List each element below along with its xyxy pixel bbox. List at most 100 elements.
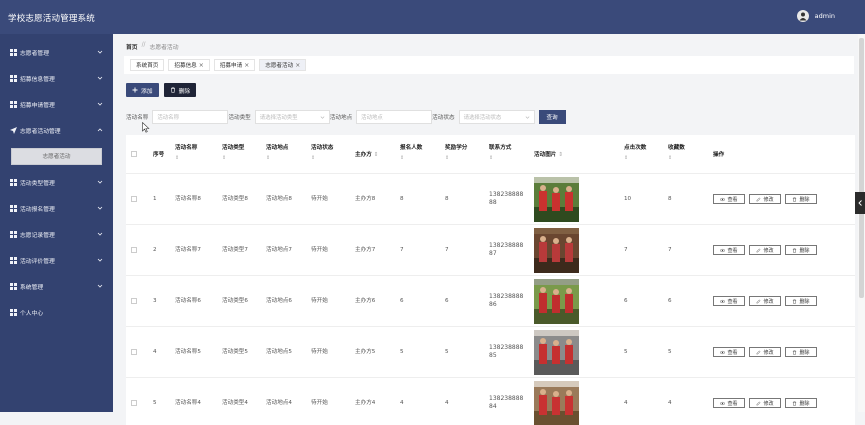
close-icon[interactable]: × (244, 62, 249, 69)
cell-host: 主办方4 (355, 400, 376, 406)
cell-host: 主办方8 (355, 196, 376, 202)
delete-row-button[interactable]: 删除 (785, 194, 817, 204)
cell-host: 主办方6 (355, 298, 376, 304)
add-button[interactable]: 添加 (126, 83, 159, 97)
delete-row-button[interactable]: 删除 (785, 296, 817, 306)
delete-row-button[interactable]: 删除 (785, 245, 817, 255)
cell-name: 活动名称6 (175, 298, 201, 304)
user-menu[interactable]: admin (796, 10, 835, 22)
activity-photo[interactable] (534, 228, 579, 273)
grid-icon (10, 74, 17, 82)
tab-volunteer-activity[interactable]: 志愿者活动 × (259, 59, 307, 71)
sidebar: 志愿者管理 招募信息管理 招募申请管理 志愿者活动管理 志愿者活动 活动类型管理… (0, 34, 113, 412)
activity-status-select[interactable]: 请选择活动状态 (458, 110, 535, 124)
edit-label: 修改 (763, 349, 774, 356)
cell-clicks: 4 (624, 400, 628, 406)
delete-row-button[interactable]: 删除 (785, 398, 817, 408)
activity-place-input[interactable]: 活动地点 (356, 110, 433, 124)
sidebar-item-volunteer-mgmt[interactable]: 志愿者管理 (0, 39, 113, 65)
col-host[interactable]: 主办方 ⇕ (355, 151, 378, 159)
view-button[interactable]: 查看 (713, 347, 745, 357)
cell-signup: 4 (400, 400, 404, 406)
activity-type-select[interactable]: 请选择活动类型 (254, 110, 330, 124)
breadcrumb-home[interactable]: 首页 (126, 42, 138, 51)
col-status[interactable]: 活动状态 ⇕ (311, 144, 333, 162)
view-button[interactable]: 查看 (713, 398, 745, 408)
eye-icon (720, 299, 726, 304)
phone-line: 84 (489, 403, 497, 410)
edit-button[interactable]: 修改 (749, 194, 781, 204)
sidebar-item-activity-type[interactable]: 活动类型管理 (0, 169, 113, 195)
cell-place: 活动地点8 (266, 196, 292, 202)
cell-place: 活动地点6 (266, 298, 292, 304)
sidebar-subitem-activity[interactable]: 志愿者活动 (11, 147, 102, 165)
select-all-checkbox[interactable] (131, 151, 137, 157)
sidebar-item-records[interactable]: 志愿记录管理 (0, 221, 113, 247)
sidebar-item-reviews[interactable]: 活动评价管理 (0, 247, 113, 273)
activity-photo[interactable] (534, 177, 579, 222)
phone-line: 86 (489, 301, 497, 308)
query-button[interactable]: 查询 (538, 110, 566, 124)
delete-row-button[interactable]: 删除 (785, 347, 817, 357)
col-photo[interactable]: 活动图片 ⇕ (534, 151, 563, 159)
activity-photo[interactable] (534, 330, 579, 375)
filter-label-place: 活动地点 (329, 115, 353, 121)
view-button[interactable]: 查看 (713, 296, 745, 306)
sidebar-item-system[interactable]: 系统管理 (0, 273, 113, 299)
col-favs[interactable]: 收藏数 ⇕ (668, 144, 685, 162)
row-checkbox[interactable] (131, 196, 137, 202)
trash-icon (792, 349, 797, 355)
delete-button[interactable]: 删除 (163, 83, 197, 97)
edit-button[interactable]: 修改 (749, 398, 781, 408)
tab-home[interactable]: 系统首页 (130, 59, 165, 71)
cell-name: 活动名称7 (175, 247, 201, 253)
activity-photo[interactable] (534, 279, 579, 324)
cell-credit: 5 (445, 349, 449, 355)
side-panel-toggle[interactable] (855, 192, 865, 214)
edit-button[interactable]: 修改 (749, 296, 781, 306)
close-icon[interactable]: × (295, 62, 300, 69)
row-checkbox[interactable] (131, 247, 137, 253)
filter-label-type: 活动类型 (228, 115, 251, 121)
tab-recruit-info[interactable]: 招募信息 × (168, 59, 210, 71)
sidebar-item-label: 活动报名管理 (20, 206, 55, 213)
sidebar-item-recruit-apply[interactable]: 招募申请管理 (0, 91, 113, 117)
cell-phone: 138238888 86 (489, 293, 523, 309)
col-place[interactable]: 活动地点 ⇕ (266, 144, 288, 162)
placeholder: 请选择活动状态 (463, 115, 502, 121)
view-button[interactable]: 查看 (713, 245, 745, 255)
scrollbar-thumb[interactable] (859, 38, 864, 298)
row-checkbox[interactable] (131, 349, 137, 355)
col-credit[interactable]: 奖励学分 ⇕ (445, 144, 467, 162)
edit-button[interactable]: 修改 (749, 347, 781, 357)
activity-table: 序号 活动名称 ⇕ 活动类型 ⇕ 活动地点 ⇕ 活动状态 ⇕ 主办方 ⇕ 报名人数 ⇕ 奖… (126, 135, 855, 425)
col-name[interactable]: 活动名称 ⇕ (175, 144, 197, 162)
sidebar-item-profile[interactable]: 个人中心 (0, 299, 113, 325)
col-signup[interactable]: 报名人数 ⇕ (400, 144, 422, 162)
col-phone[interactable]: 联系方式 ⇕ (489, 144, 511, 162)
sidebar-item-signup[interactable]: 活动报名管理 (0, 195, 113, 221)
col-label: 活动地点 (266, 145, 289, 151)
chevron-down-icon (320, 116, 325, 119)
col-type[interactable]: 活动类型 ⇕ (222, 144, 244, 162)
vertical-scrollbar[interactable] (858, 34, 865, 412)
row-checkbox[interactable] (131, 298, 137, 304)
main-content: 首页 // 志愿者活动 系统首页 招募信息 × 招募申请 × 志愿者活动 × 添加 删… (113, 34, 858, 425)
sidebar-item-recruit-info[interactable]: 招募信息管理 (0, 65, 113, 91)
cell-credit: 6 (445, 298, 449, 304)
view-button[interactable]: 查看 (713, 194, 745, 204)
edit-button[interactable]: 修改 (749, 245, 781, 255)
tab-recruit-apply[interactable]: 招募申请 × (213, 59, 256, 71)
edit-icon (756, 299, 761, 304)
close-icon[interactable]: × (199, 62, 204, 69)
col-clicks[interactable]: 点击次数 ⇕ (624, 144, 646, 162)
activity-name-input[interactable]: 活动名称 (152, 110, 229, 124)
row-checkbox[interactable] (131, 400, 137, 406)
sort-icon: ⇕ (222, 155, 227, 161)
activity-photo[interactable] (534, 381, 579, 425)
sidebar-item-activity-mgmt[interactable]: 志愿者活动管理 (0, 117, 113, 143)
send-icon (10, 126, 17, 134)
mouse-cursor-icon (142, 122, 150, 133)
cell-phone: 138238888 84 (489, 395, 523, 411)
edit-label: 修改 (763, 247, 774, 254)
